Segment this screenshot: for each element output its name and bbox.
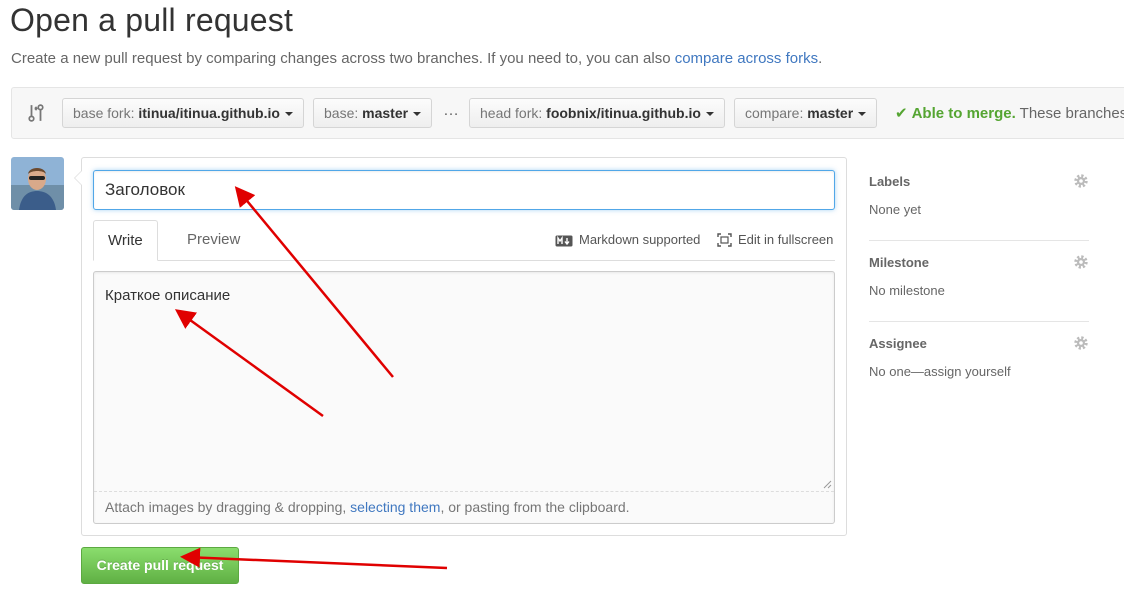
chevron-down-icon	[413, 112, 422, 117]
chevron-down-icon	[284, 112, 293, 117]
gear-icon[interactable]	[1073, 173, 1089, 189]
avatar[interactable]	[11, 157, 64, 210]
title-input[interactable]	[93, 170, 835, 210]
select-files-link[interactable]: selecting them	[350, 499, 440, 515]
labels-heading: Labels	[869, 174, 911, 189]
merge-status-text: Able to merge.	[911, 105, 1016, 122]
base-label: base:	[324, 105, 359, 121]
page-subtitle: Create a new pull request by comparing c…	[11, 50, 822, 67]
labels-value: None yet	[869, 202, 922, 217]
markdown-icon	[555, 235, 573, 247]
chevron-down-icon	[858, 112, 867, 117]
check-icon: ✔	[895, 105, 908, 122]
git-compare-icon	[28, 104, 44, 122]
merge-message: These branches c	[1019, 105, 1124, 122]
attach-text: Attach images by dragging & dropping,	[105, 499, 347, 515]
markdown-supported-link[interactable]: Markdown supported	[555, 232, 700, 247]
base-value: master	[362, 105, 409, 121]
tab-write[interactable]: Write	[93, 220, 158, 261]
base-branch-select[interactable]: base: master	[313, 98, 433, 128]
head-fork-select[interactable]: head fork: foobnix/itinua.github.io	[469, 98, 725, 128]
milestone-heading: Milestone	[869, 255, 929, 270]
avatar-image	[11, 157, 64, 210]
range-separator: …	[443, 102, 459, 119]
tab-preview[interactable]: Preview	[173, 220, 254, 260]
attach-images-bar[interactable]: Attach images by dragging & dropping, se…	[94, 491, 834, 523]
compare-label: compare:	[745, 105, 804, 121]
discussion-sidebar: Labels None yet Milestone No milestone A…	[869, 160, 1089, 402]
pull-request-form: Write Preview Markdown supported Edit in…	[74, 157, 847, 536]
markdown-label: Markdown supported	[579, 232, 701, 247]
fullscreen-label: Edit in fullscreen	[738, 232, 834, 247]
head-fork-label: head fork:	[480, 105, 543, 121]
fullscreen-button[interactable]: Edit in fullscreen	[717, 232, 833, 247]
subtitle-text: Create a new pull request by comparing c…	[11, 50, 671, 67]
comment-body-container: Краткое описание Attach images by draggi…	[93, 271, 835, 524]
page-title: Open a pull request	[10, 2, 294, 38]
fullscreen-icon	[717, 233, 732, 247]
gear-icon[interactable]	[1073, 254, 1089, 270]
merge-status: ✔Able to merge. These branches c	[895, 104, 1124, 122]
compare-branch-select[interactable]: compare: master	[734, 98, 878, 128]
base-fork-select[interactable]: base fork: itinua/itinua.github.io	[62, 98, 304, 128]
assignee-value[interactable]: No one—assign yourself	[869, 364, 1011, 379]
chevron-down-icon	[705, 112, 714, 117]
sidebar-labels: Labels None yet	[869, 160, 1089, 241]
branch-range-bar: base fork: itinua/itinua.github.io base:…	[11, 87, 1124, 139]
sidebar-milestone: Milestone No milestone	[869, 241, 1089, 322]
head-fork-value: foobnix/itinua.github.io	[546, 105, 701, 121]
gear-icon[interactable]	[1073, 335, 1089, 351]
assignee-heading: Assignee	[869, 336, 927, 351]
subtitle-end: .	[818, 50, 823, 67]
sidebar-assignee: Assignee No one—assign yourself	[869, 322, 1089, 402]
create-pull-request-button[interactable]: Create pull request	[81, 547, 239, 584]
attach-text-end: , or pasting from the clipboard.	[440, 499, 630, 515]
editor-tabs: Write Preview Markdown supported Edit in…	[93, 220, 835, 261]
compare-across-forks-link[interactable]: compare across forks	[675, 50, 818, 67]
milestone-value: No milestone	[869, 283, 945, 298]
comment-body-textarea[interactable]: Краткое описание	[94, 272, 834, 491]
base-fork-label: base fork:	[73, 105, 135, 121]
compare-value: master	[807, 105, 854, 121]
base-fork-value: itinua/itinua.github.io	[138, 105, 280, 121]
resize-handle-icon[interactable]	[822, 479, 832, 489]
